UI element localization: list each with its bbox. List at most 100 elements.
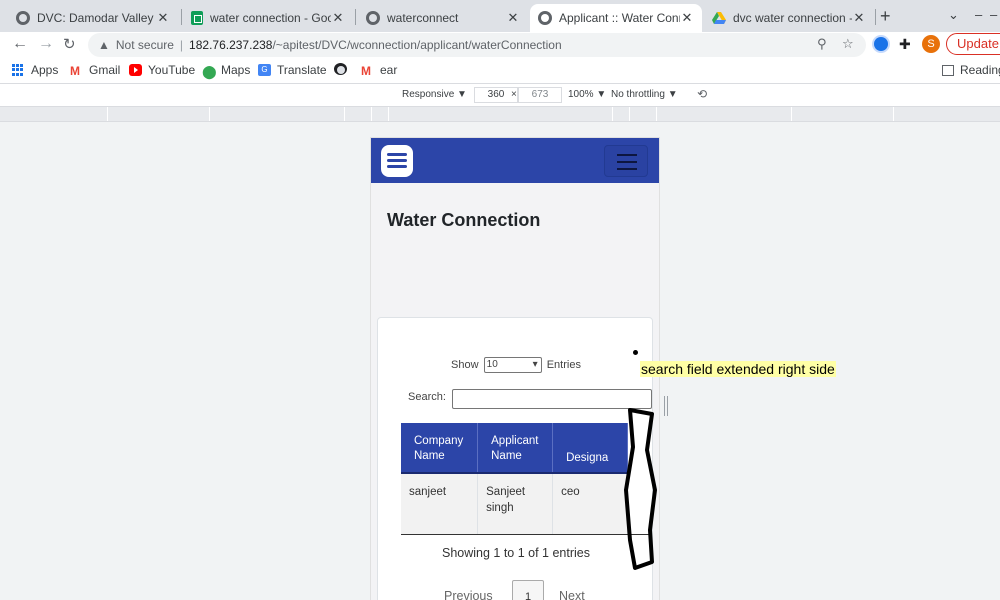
tab-title: water connection - Google xyxy=(210,11,331,25)
tab-drive[interactable]: dvc water connection - Go ✕ xyxy=(704,4,874,32)
tab-applicant-active[interactable]: Applicant :: Water Connec ✕ xyxy=(530,4,702,32)
tab-title: DVC: Damodar Valley Corp xyxy=(37,11,156,25)
tab-strip: DVC: Damodar Valley Corp ✕ water connect… xyxy=(0,0,1000,32)
bookmark-youtube[interactable]: YouTube xyxy=(129,63,195,77)
close-icon[interactable]: ✕ xyxy=(331,10,345,26)
tab-dvc[interactable]: DVC: Damodar Valley Corp ✕ xyxy=(8,4,178,32)
bookmark-globe[interactable] xyxy=(334,63,353,75)
column-header-designation[interactable]: Designa xyxy=(552,423,628,474)
media-query-ruler xyxy=(0,106,1000,122)
viewport-height-input[interactable]: 673 xyxy=(518,87,562,103)
table-bottom-border xyxy=(401,534,651,535)
youtube-icon xyxy=(129,64,142,76)
annotation-dot xyxy=(633,350,638,355)
drive-icon xyxy=(712,12,726,24)
tab-title: dvc water connection - Go xyxy=(733,11,852,25)
next-page-button[interactable]: Next xyxy=(559,589,585,600)
app-logo[interactable] xyxy=(381,145,413,177)
bookmark-apps[interactable]: Apps xyxy=(12,63,58,77)
bookmark-ear[interactable]: M ear xyxy=(361,63,398,78)
mobile-viewport: Water Connection Show 10 Entries Search:… xyxy=(371,138,659,600)
bookmark-label: ear xyxy=(380,63,398,77)
zoom-icon[interactable]: ⚲ xyxy=(817,36,827,52)
table-info: Showing 1 to 1 of 1 entries xyxy=(441,546,590,560)
translate-icon: G xyxy=(258,64,271,76)
back-arrow-icon[interactable]: ← xyxy=(12,35,28,53)
url-path: /~apitest/DVC/wconnection/applicant/wate… xyxy=(272,38,562,52)
bookmark-label: YouTube xyxy=(148,63,196,77)
column-header-company-name[interactable]: Company Name xyxy=(401,423,479,474)
reading-list-icon xyxy=(942,64,954,76)
device-select[interactable]: Responsive ▼ xyxy=(402,89,467,100)
close-icon[interactable]: ✕ xyxy=(852,10,866,26)
minimize-icon[interactable]: – xyxy=(975,7,982,22)
apps-grid-icon xyxy=(12,64,25,76)
extension-icon[interactable] xyxy=(874,37,888,51)
globe-icon xyxy=(538,11,552,25)
close-icon[interactable]: ✕ xyxy=(156,10,170,26)
cell-company-name: sanjeet xyxy=(401,473,479,535)
bookmark-label: Apps xyxy=(31,63,59,77)
update-button[interactable]: Update xyxy=(946,33,1000,55)
applicants-table: Company Name Applicant Name Designa sanj… xyxy=(401,423,628,535)
bookmark-star-icon[interactable]: ☆ xyxy=(842,36,854,52)
annotation-note: search field extended right side xyxy=(640,361,836,377)
dimension-separator: × xyxy=(511,89,517,100)
menu-toggle-button[interactable] xyxy=(604,145,648,177)
extensions-puzzle-icon[interactable]: ✚ xyxy=(899,36,911,53)
tab-separator xyxy=(355,9,356,25)
maximize-icon[interactable]: – xyxy=(990,7,997,22)
reading-list[interactable]: Reading xyxy=(942,63,1000,77)
viewport-resize-handle[interactable] xyxy=(664,396,668,416)
security-label: Not secure xyxy=(115,38,174,52)
tab-waterconnect[interactable]: waterconnect ✕ xyxy=(358,4,528,32)
tab-title: Applicant :: Water Connec xyxy=(559,11,680,25)
tab-separator xyxy=(875,9,876,25)
page-title: Water Connection xyxy=(387,210,541,230)
tab-separator xyxy=(181,9,182,25)
zoom-select[interactable]: 100% ▼ xyxy=(568,89,606,100)
pagination: Previous 1 Next xyxy=(378,580,654,600)
globe-icon xyxy=(366,11,380,25)
close-icon[interactable]: ✕ xyxy=(680,10,694,26)
sheets-icon xyxy=(191,11,203,25)
bookmarks-bar: Apps M Gmail YouTube ⬤ Maps G Translate … xyxy=(0,58,1000,84)
table-header-row: Company Name Applicant Name Designa xyxy=(401,423,628,474)
forward-arrow-icon[interactable]: → xyxy=(38,35,54,53)
reload-icon[interactable]: ↻ xyxy=(63,35,76,53)
device-toolbar: Responsive ▼ 360 × 673 100% ▼ No throttl… xyxy=(0,84,1000,106)
rotate-icon[interactable]: ⟲ xyxy=(697,87,707,101)
url-host: 182.76.237.238 xyxy=(189,38,273,52)
globe-icon xyxy=(16,11,30,25)
bookmark-label: Translate xyxy=(277,63,327,77)
warning-icon: ▲ xyxy=(98,38,110,52)
column-header-applicant-name[interactable]: Applicant Name xyxy=(477,423,554,474)
tab-water-sheet[interactable]: water connection - Google ✕ xyxy=(183,4,353,32)
globe-icon xyxy=(334,63,347,75)
datatable-card: Show 10 Entries Search: Company Name App… xyxy=(377,317,653,600)
tab-title: waterconnect xyxy=(387,11,459,25)
bookmark-label: Gmail xyxy=(89,63,121,77)
address-divider: | xyxy=(179,38,184,52)
gmail-icon: M xyxy=(361,64,371,78)
app-navbar xyxy=(371,138,659,183)
previous-page-button[interactable]: Previous xyxy=(444,589,493,600)
throttle-select[interactable]: No throttling ▼ xyxy=(611,89,678,100)
bookmark-gmail[interactable]: M Gmail xyxy=(70,63,121,78)
new-tab-button[interactable]: + xyxy=(880,6,891,27)
browser-toolbar: ← → ↻ ▲ Not secure | 182.76.237.238 /~ap… xyxy=(0,32,1000,58)
gmail-icon: M xyxy=(70,64,80,78)
page-1-button[interactable]: 1 xyxy=(512,580,544,600)
cell-applicant-name: Sanjeet singh xyxy=(477,473,554,535)
cell-designation: ceo xyxy=(552,473,628,535)
bookmark-label: Maps xyxy=(221,63,251,77)
tab-search-icon[interactable]: ⌄ xyxy=(948,7,959,23)
close-icon[interactable]: ✕ xyxy=(506,10,520,26)
maps-icon: ⬤ xyxy=(202,64,217,79)
table-row[interactable]: sanjeet Sanjeet singh ceo xyxy=(401,473,628,535)
bookmark-maps[interactable]: ⬤ Maps xyxy=(202,63,251,79)
address-bar[interactable]: ▲ Not secure | 182.76.237.238 /~apitest/… xyxy=(88,33,866,57)
bookmark-translate[interactable]: G Translate xyxy=(258,63,327,77)
reading-list-label: Reading xyxy=(960,63,1000,77)
profile-avatar[interactable]: S xyxy=(922,35,940,53)
